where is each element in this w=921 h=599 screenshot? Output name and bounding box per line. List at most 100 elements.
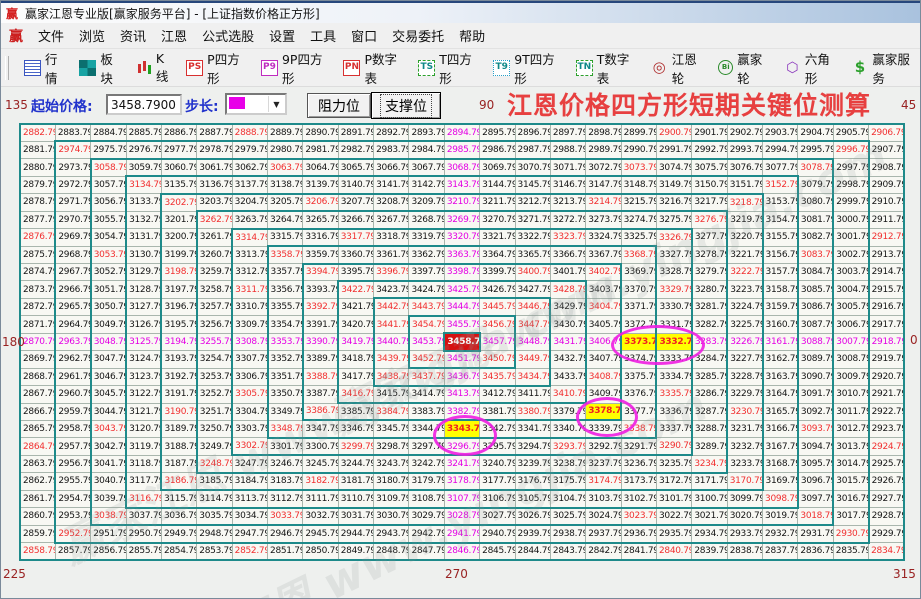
price-cell: 2925.79 bbox=[869, 455, 904, 472]
price-cell: 3081.79 bbox=[798, 211, 833, 228]
price-cell: 3087.79 bbox=[798, 316, 833, 333]
toolbar-item-9t-square[interactable]: T99T四方形 bbox=[493, 49, 565, 87]
price-cell: 3002.79 bbox=[833, 246, 868, 263]
price-cell: 3114.79 bbox=[197, 490, 232, 507]
price-cell: 2904.79 bbox=[798, 124, 833, 141]
grid-row: 2874.792967.793052.793129.793198.793259.… bbox=[20, 264, 904, 281]
price-cell: 2863.79 bbox=[20, 455, 55, 472]
price-cell: 2918.79 bbox=[869, 333, 904, 350]
price-cell: 2978.79 bbox=[197, 141, 232, 158]
price-cell: 3448.79 bbox=[515, 333, 550, 350]
price-cell: 3067.79 bbox=[409, 159, 444, 176]
price-cell: 3364.79 bbox=[480, 246, 515, 263]
price-cell: 3394.79 bbox=[303, 264, 338, 281]
menu-item-文件[interactable]: 文件 bbox=[38, 26, 64, 45]
toolbar-item-blocks[interactable]: 板块 bbox=[79, 49, 123, 87]
price-cell: 3127.79 bbox=[126, 298, 161, 315]
grid-row: 2875.792968.793053.793130.793199.793260.… bbox=[20, 246, 904, 263]
price-cell: 2866.79 bbox=[20, 403, 55, 420]
price-cell: 3143.79 bbox=[444, 176, 479, 193]
price-cell: 3005.79 bbox=[833, 298, 868, 315]
price-cell: 3097.79 bbox=[798, 490, 833, 507]
menu-item-资讯[interactable]: 资讯 bbox=[120, 26, 146, 45]
price-cell: 3352.79 bbox=[268, 351, 303, 368]
price-cell: 3033.79 bbox=[268, 508, 303, 525]
menu-item-设置[interactable]: 设置 bbox=[269, 26, 295, 45]
price-cell: 3309.79 bbox=[232, 316, 267, 333]
price-cell: 3156.79 bbox=[763, 246, 798, 263]
toolbar-item-p-square[interactable]: PSP四方形 bbox=[186, 49, 250, 87]
menu-item-公式选股[interactable]: 公式选股 bbox=[202, 26, 254, 45]
price-cell: 3091.79 bbox=[798, 386, 833, 403]
menu-item-窗口[interactable]: 窗口 bbox=[351, 26, 377, 45]
price-cell: 2838.79 bbox=[727, 543, 762, 561]
price-cell: 2981.79 bbox=[303, 141, 338, 158]
price-cell: 3383.79 bbox=[409, 403, 444, 420]
price-cell: 2899.79 bbox=[621, 124, 656, 141]
price-cell: 3335.79 bbox=[656, 386, 691, 403]
price-cell: 3189.79 bbox=[161, 420, 196, 437]
toolbar-item-p-digit-table[interactable]: PNP数字表 bbox=[343, 49, 407, 87]
price-cell: 2901.79 bbox=[692, 124, 727, 141]
price-cell: 3440.79 bbox=[374, 333, 409, 350]
price-cell: 3083.79 bbox=[798, 246, 833, 263]
toolbar-item-winner-wheel[interactable]: Bi赢家轮 bbox=[718, 49, 773, 87]
chevron-down-icon[interactable]: ▼ bbox=[268, 96, 284, 112]
toolbar-item-label: 9T四方形 bbox=[514, 49, 565, 87]
price-cell: 3159.79 bbox=[763, 298, 798, 315]
toolbar-item-t-digit-table[interactable]: TNT数字表 bbox=[576, 49, 640, 87]
start-price-input[interactable] bbox=[106, 94, 182, 115]
price-cell: 3362.79 bbox=[409, 246, 444, 263]
price-cell: 3223.79 bbox=[727, 281, 762, 298]
price-cell: 3105.79 bbox=[515, 490, 550, 507]
price-cell: 3257.79 bbox=[197, 298, 232, 315]
price-cell: 3152.79 bbox=[763, 176, 798, 193]
price-cell: 3246.79 bbox=[268, 455, 303, 472]
menu-item-帮助[interactable]: 帮助 bbox=[459, 26, 485, 45]
price-cell: 3049.79 bbox=[91, 316, 126, 333]
menu-item-浏览[interactable]: 浏览 bbox=[79, 26, 105, 45]
price-cell: 3339.79 bbox=[586, 420, 621, 437]
gann-grid-body: 2882.792883.792884.792885.792886.792887.… bbox=[20, 124, 904, 560]
menu-item-交易委托[interactable]: 交易委托 bbox=[392, 26, 444, 45]
price-cell: 3125.79 bbox=[126, 333, 161, 350]
toolbar-item-t-square[interactable]: TST四方形 bbox=[418, 49, 482, 87]
price-cell: 2856.79 bbox=[91, 543, 126, 561]
toolbar-item-winner-service[interactable]: $赢家服务 bbox=[851, 49, 920, 87]
menu-item-江恩[interactable]: 江恩 bbox=[161, 26, 187, 45]
price-cell: 3263.79 bbox=[232, 211, 267, 228]
price-cell: 3073.79 bbox=[621, 159, 656, 176]
price-cell: 3385.79 bbox=[338, 403, 373, 420]
price-cell: 2982.79 bbox=[338, 141, 373, 158]
step-color-dropdown[interactable]: ▼ bbox=[225, 93, 287, 115]
toolbar-item-kline[interactable]: K线 bbox=[135, 51, 175, 85]
price-cell: 2934.79 bbox=[692, 525, 727, 542]
price-cell: 3170.79 bbox=[727, 473, 762, 490]
price-cell: 2968.79 bbox=[55, 246, 90, 263]
price-cell: 3305.79 bbox=[232, 386, 267, 403]
price-cell: 3369.79 bbox=[621, 264, 656, 281]
price-cell: 3253.79 bbox=[197, 368, 232, 385]
toolbar-item-gann-wheel[interactable]: ◎江恩轮 bbox=[651, 49, 708, 87]
toolbar-item-hexagon[interactable]: ⬡六角形 bbox=[784, 49, 841, 87]
price-cell: 2851.79 bbox=[268, 543, 303, 561]
price-cell: 2861.79 bbox=[20, 490, 55, 507]
app-window: 赢 赢家江恩专业版[赢家服务平台] - [上证指数价格正方形] 赢 文件浏览资讯… bbox=[0, 0, 921, 599]
price-cell: 3018.79 bbox=[798, 508, 833, 525]
toolbar-item-quotes[interactable]: 行情 bbox=[24, 49, 68, 87]
grid-row: 2870.792963.793048.793125.793194.793255.… bbox=[20, 333, 904, 350]
price-cell: 3354.79 bbox=[268, 316, 303, 333]
price-cell: 3437.79 bbox=[409, 368, 444, 385]
price-cell: 3420.79 bbox=[338, 316, 373, 333]
price-cell: 3236.79 bbox=[621, 455, 656, 472]
resistance-button[interactable]: 阻力位 bbox=[307, 93, 371, 118]
price-cell: 2998.79 bbox=[833, 176, 868, 193]
toolbar-items: 行情板块 K线 PSP四方形 P99P四方形 PNP数字表 TST四方形 T99T四方形 TN… bbox=[24, 49, 920, 87]
toolbar-item-9p-square[interactable]: P99P四方形 bbox=[261, 49, 333, 87]
support-button[interactable]: 支撑位 bbox=[371, 92, 441, 119]
price-cell: 2953.79 bbox=[55, 508, 90, 525]
price-cell: 2972.79 bbox=[55, 176, 90, 193]
price-cell: 3026.79 bbox=[515, 508, 550, 525]
menu-item-工具[interactable]: 工具 bbox=[310, 26, 336, 45]
price-cell: 3392.79 bbox=[303, 298, 338, 315]
